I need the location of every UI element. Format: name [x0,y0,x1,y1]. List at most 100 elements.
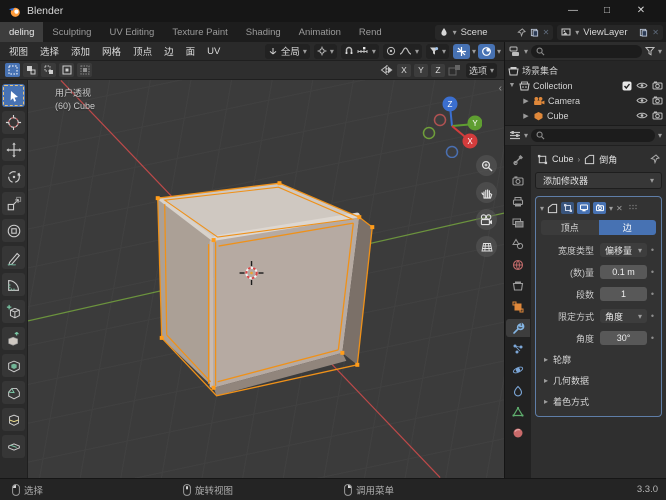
filter-funnel-icon[interactable] [644,46,655,56]
breadcrumb-pin-icon[interactable] [650,154,660,164]
outliner-editor-icon[interactable] [509,46,521,57]
width-type-dropdown[interactable]: 偏移量 ▾ [600,243,647,257]
tab-texture-paint[interactable]: Texture Paint [163,22,236,42]
tool-inset-faces[interactable] [2,354,25,377]
angle-animate-dot[interactable]: • [647,333,658,343]
menu-add[interactable]: 添加 [65,44,96,58]
angle-field[interactable]: 30° [600,331,647,345]
tab-constraints[interactable] [506,382,530,400]
camera-view-button[interactable] [476,209,497,230]
viewlayer-browse-icon[interactable] [561,27,571,37]
tool-select-box[interactable] [2,84,25,107]
width-type-animate-dot[interactable]: • [647,245,658,255]
segments-field[interactable]: 1 [600,287,647,301]
tab-uv-editing[interactable]: UV Editing [100,22,163,42]
tab-object[interactable] [506,298,530,316]
limit-method-dropdown[interactable]: 角度 ▾ [600,309,647,323]
select-mode-intersect-button[interactable] [77,63,92,77]
tab-scene[interactable] [506,235,530,253]
3d-viewport[interactable]: 用户透视 (60) Cube ‹ Z Y X [28,80,504,478]
new-scene-icon[interactable] [530,28,539,37]
gizmo-neg-z[interactable] [445,145,459,158]
scene-browse-icon[interactable] [439,27,449,37]
collection-disclosure[interactable]: ▼ [508,82,516,89]
show-overlays-toggle[interactable] [477,43,495,59]
breadcrumb-object[interactable]: Cube [552,154,574,164]
sidebar-collapse-arrow[interactable]: ‹ [499,83,502,94]
camera-label[interactable]: Camera [548,96,580,106]
outliner-row-collection[interactable]: ▼ Collection [508,78,663,93]
section-geometry[interactable]: ▸ 几何数据 [539,370,658,391]
toggle-realtime-display[interactable] [577,202,591,214]
tab-output[interactable] [506,193,530,211]
snap-dropdown[interactable]: ▾ [340,43,379,59]
tab-render[interactable] [506,172,530,190]
camera-disclosure[interactable]: ▶ [522,97,530,105]
camera-eye-icon[interactable] [636,96,648,105]
outliner-row-scene-collection[interactable]: 场景集合 [508,63,663,78]
menu-view[interactable]: 视图 [3,44,34,58]
menu-vertex[interactable]: 顶点 [127,44,158,58]
select-mode-extend-button[interactable] [23,63,38,77]
menu-face[interactable]: 面 [180,44,202,58]
menu-select[interactable]: 选择 [34,44,65,58]
tab-animation[interactable]: Animation [290,22,350,42]
tab-object-data[interactable] [506,403,530,421]
transform-orientation-dropdown[interactable]: 全局 ▾ [264,43,310,59]
minimize-button[interactable]: — [556,0,590,22]
add-modifier-button[interactable]: 添加修改器 ▾ [535,172,662,189]
affect-edges-button[interactable]: 边 [598,220,656,235]
filter-chevron[interactable]: ▾ [658,47,662,56]
tab-modeling[interactable]: deling [0,22,44,42]
toggle-perspective-button[interactable] [476,236,497,257]
remove-viewlayer-icon[interactable]: ✕ [652,28,659,37]
tab-material[interactable] [506,424,530,442]
tab-shading[interactable]: Shading [237,22,290,42]
tab-world[interactable] [506,256,530,274]
menu-uv[interactable]: UV [201,46,226,57]
viewlayer-browse-chevron[interactable]: ▾ [575,28,579,37]
scene-name[interactable]: Scene [461,27,513,38]
drag-handle-icon[interactable] [628,204,637,213]
viewlayer-selector[interactable]: ▾ ViewLayer ✕ [557,24,663,40]
gizmo-toggle-chevron[interactable]: ▾ [472,47,476,56]
mirror-z-toggle[interactable]: Z [430,63,445,77]
select-mode-new-button[interactable] [5,63,20,77]
properties-editor-chevron[interactable]: ▾ [524,131,528,140]
tool-rotate[interactable] [2,165,25,188]
tool-knife[interactable] [2,435,25,458]
limit-animate-dot[interactable]: • [647,311,658,321]
collection-eye-icon[interactable] [636,81,648,90]
segments-animate-dot[interactable]: • [647,289,658,299]
navigation-gizmo[interactable]: Z Y X [422,88,482,158]
viewlayer-name[interactable]: ViewLayer [583,27,635,38]
scene-browse-chevron[interactable]: ▾ [453,28,457,37]
tool-move[interactable] [2,138,25,161]
snap-base-icon[interactable] [448,64,461,76]
tool-scale[interactable] [2,192,25,215]
visibility-filter-dropdown[interactable]: ▾ [425,43,449,59]
collection-render-icon[interactable] [652,81,663,90]
options-dropdown[interactable]: 选项 ▾ [465,62,497,78]
gizmo-neg-x[interactable] [433,113,447,127]
collection-label[interactable]: Collection [533,81,573,91]
modifier-expand-chevron[interactable]: ▾ [540,204,544,213]
select-mode-invert-button[interactable] [59,63,74,77]
close-button[interactable]: ✕ [624,0,658,22]
zoom-button[interactable] [476,155,497,176]
properties-filter-chevron[interactable]: ▾ [658,131,662,140]
overlays-toggle-chevron[interactable]: ▾ [497,47,501,56]
pin-icon[interactable] [516,27,526,37]
scene-selector[interactable]: ▾ Scene ✕ [434,24,554,40]
amount-field[interactable]: 0.1 m [600,265,647,279]
proportional-edit-dropdown[interactable]: ▾ [382,43,422,59]
tool-bevel[interactable] [2,381,25,404]
toggle-render-display[interactable] [593,202,607,214]
camera-render-icon[interactable] [652,96,663,105]
properties-editor-icon[interactable] [509,130,521,141]
modifier-close-button[interactable]: ✕ [616,204,623,213]
unlink-scene-icon[interactable]: ✕ [543,28,550,37]
tool-annotate[interactable] [2,246,25,269]
gizmo-neg-y[interactable] [422,126,436,140]
breadcrumb-modifier[interactable]: 倒角 [599,153,617,166]
